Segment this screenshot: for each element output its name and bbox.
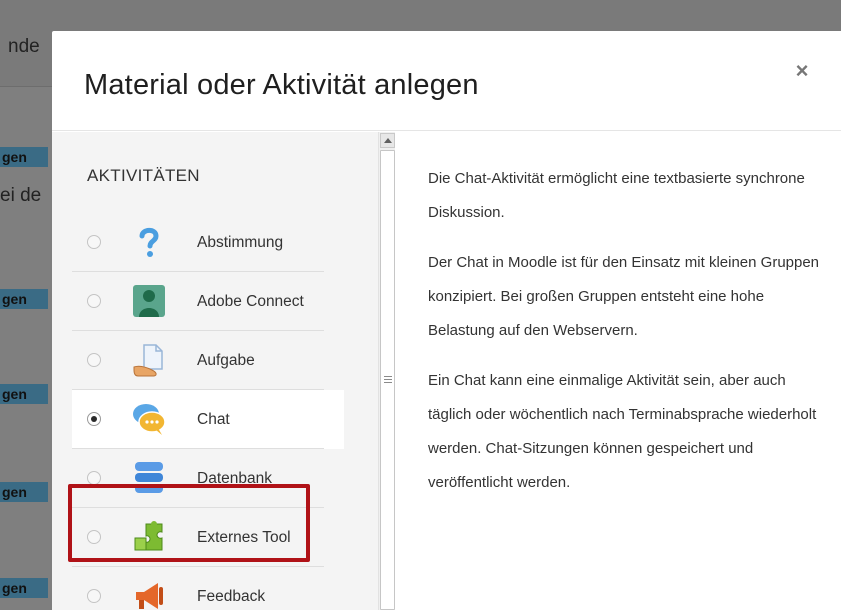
adobe-connect-icon — [132, 284, 166, 318]
background-text-fragment: ei de — [0, 185, 42, 206]
megaphone-icon — [132, 579, 166, 610]
dialog-title: Material oder Aktivität anlegen — [84, 69, 479, 101]
activity-option-chat[interactable]: Chat — [72, 390, 344, 449]
scroll-up-arrow-icon[interactable] — [380, 133, 395, 148]
radio-button[interactable] — [87, 589, 101, 603]
activity-option-abstimmung[interactable]: Abstimmung — [72, 213, 344, 272]
database-icon — [132, 461, 166, 495]
description-paragraph: Der Chat in Moodle ist für den Einsatz m… — [428, 254, 820, 339]
activity-chooser-dialog: Material oder Aktivität anlegen × AKTIVI… — [52, 31, 841, 610]
activity-option-adobe-connect[interactable]: Adobe Connect — [72, 272, 344, 331]
background-badge: gen — [0, 384, 48, 404]
section-heading: AKTIVITÄTEN — [87, 166, 200, 185]
close-button[interactable]: × — [790, 59, 814, 83]
radio-button[interactable] — [87, 471, 101, 485]
activity-label: Feedback — [197, 588, 266, 605]
background-divider — [0, 86, 60, 87]
activity-list-pane: AKTIVITÄTEN Abstimmung Adobe Connect Auf… — [52, 132, 378, 610]
radio-dot — [91, 416, 97, 422]
scroll-grip — [384, 376, 392, 377]
activity-option-feedback[interactable]: Feedback — [72, 567, 344, 610]
activity-list: Abstimmung Adobe Connect Aufgabe Chat Da… — [72, 213, 344, 610]
activity-option-aufgabe[interactable]: Aufgabe — [72, 331, 344, 390]
scroll-grip — [384, 382, 392, 383]
radio-button[interactable] — [87, 353, 101, 367]
activity-label: Chat — [197, 411, 230, 428]
scroll-thumb[interactable] — [380, 150, 395, 610]
question-icon — [132, 225, 166, 259]
background-search-fragment: nde — [8, 36, 40, 57]
radio-button[interactable] — [87, 294, 101, 308]
dialog-header: Material oder Aktivität anlegen × — [52, 31, 841, 131]
activity-label: Aufgabe — [197, 352, 255, 369]
activity-label: Externes Tool — [197, 529, 291, 546]
scroll-grip — [384, 379, 392, 380]
puzzle-icon — [132, 520, 166, 554]
description-paragraph: Die Chat-Aktivität ermöglicht eine textb… — [428, 170, 805, 221]
radio-button[interactable] — [87, 235, 101, 249]
radio-button[interactable] — [87, 530, 101, 544]
activity-label: Datenbank — [197, 470, 272, 487]
background-badge: gen — [0, 482, 48, 502]
activity-option-externes-tool[interactable]: Externes Tool — [72, 508, 344, 567]
chat-icon — [132, 402, 166, 436]
activity-description: Die Chat-Aktivität ermöglicht eine textb… — [428, 162, 828, 516]
radio-button-selected[interactable] — [87, 412, 101, 426]
activity-label: Abstimmung — [197, 234, 284, 251]
activity-list-scrollbar[interactable] — [378, 132, 395, 610]
background-badge: gen — [0, 289, 48, 309]
background-badge: gen — [0, 578, 48, 598]
activity-label: Adobe Connect — [197, 293, 304, 310]
activity-description-pane: Die Chat-Aktivität ermöglicht eine textb… — [396, 132, 841, 610]
activity-option-datenbank[interactable]: Datenbank — [72, 449, 344, 508]
description-paragraph: Ein Chat kann eine einmalige Aktivität s… — [428, 372, 817, 491]
background-badge: gen — [0, 147, 48, 167]
assignment-icon — [132, 343, 166, 377]
